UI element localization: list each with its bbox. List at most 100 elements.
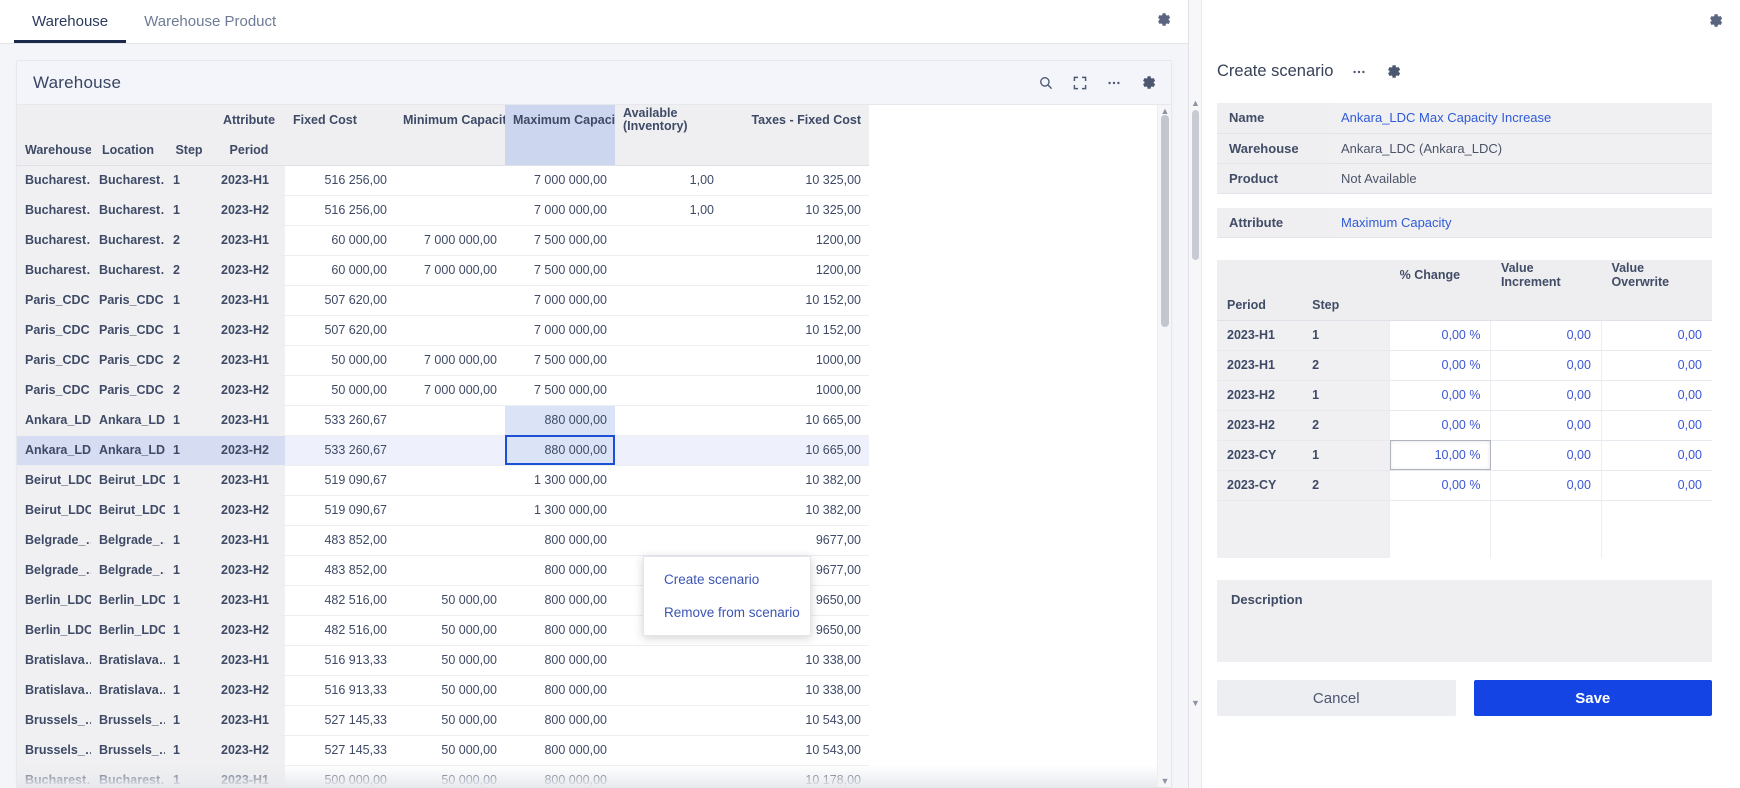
cell-maximum-capacity[interactable]: 7 500 000,00 — [505, 375, 615, 406]
cell-warehouse[interactable]: Bratislava… — [17, 645, 91, 676]
cell-warehouse[interactable]: Brussels_… — [17, 705, 91, 736]
cell-minimum-capacity[interactable] — [395, 525, 505, 556]
panel-scroll-up-arrow-icon[interactable]: ▲ — [1189, 96, 1202, 110]
cell-step[interactable]: 2 — [165, 345, 213, 376]
scenario-cell-step[interactable]: 2 — [1302, 350, 1390, 381]
field-value-warehouse[interactable]: Ankara_LDC (Ankara_LDC) — [1329, 133, 1712, 164]
cell-step[interactable]: 2 — [165, 375, 213, 406]
more-icon[interactable] — [1106, 75, 1122, 91]
cell-available-inventory[interactable] — [615, 675, 722, 706]
panel-more-icon[interactable] — [1351, 64, 1367, 80]
scenario-cell-pct-change[interactable]: 0,00 % — [1389, 350, 1491, 381]
cell-fixed-cost[interactable]: 60 000,00 — [285, 255, 395, 286]
cell-maximum-capacity[interactable]: 800 000,00 — [505, 645, 615, 676]
cell-location[interactable]: Bucharest… — [91, 765, 165, 787]
gear-icon[interactable] — [1140, 74, 1157, 91]
cell-period[interactable]: 2023-H1 — [213, 285, 285, 316]
table-row[interactable]: Belgrade_… Belgrade_… 1 2023-H1 483 852,00 80… — [17, 525, 869, 556]
cell-maximum-capacity[interactable]: 800 000,00 — [505, 615, 615, 646]
table-row[interactable]: Beirut_LDC Beirut_LDC 1 2023-H2 519 090,67 1 … — [17, 495, 869, 526]
cell-taxes-fixed-cost[interactable]: 10 543,00 — [722, 705, 869, 736]
cell-period[interactable]: 2023-H1 — [213, 465, 285, 496]
cell-period[interactable]: 2023-H1 — [213, 225, 285, 256]
cell-maximum-capacity[interactable]: 800 000,00 — [505, 555, 615, 586]
cell-warehouse[interactable]: Paris_CDC — [17, 345, 91, 376]
cell-maximum-capacity[interactable]: 800 000,00 — [505, 525, 615, 556]
scenario-cell-value-overwrite[interactable]: 0,00 — [1600, 410, 1712, 441]
warehouse-grid-wrapper[interactable]: Attribute Fixed Cost Minimum Capacity Ma… — [17, 105, 1171, 787]
cell-period[interactable]: 2023-H2 — [213, 195, 285, 226]
scenario-cell-pct-change[interactable]: 0,00 % — [1389, 410, 1491, 441]
cell-taxes-fixed-cost[interactable]: 10 665,00 — [722, 405, 869, 436]
cell-minimum-capacity[interactable]: 50 000,00 — [395, 615, 505, 646]
cell-warehouse[interactable]: Paris_CDC — [17, 315, 91, 346]
table-row[interactable]: Bratislava… Bratislava… 1 2023-H2 516 913,33… — [17, 675, 869, 706]
cell-step[interactable]: 1 — [165, 195, 213, 226]
cell-period[interactable]: 2023-H1 — [213, 345, 285, 376]
cell-step[interactable]: 1 — [165, 315, 213, 346]
field-value-product[interactable]: Not Available — [1329, 163, 1712, 194]
cell-maximum-capacity[interactable]: 1 300 000,00 — [505, 495, 615, 526]
cell-step[interactable]: 1 — [165, 495, 213, 526]
group-header-available-inventory[interactable]: Available (Inventory) — [615, 105, 722, 135]
cell-maximum-capacity[interactable]: 800 000,00 — [505, 735, 615, 766]
cell-minimum-capacity[interactable]: 7 000 000,00 — [395, 375, 505, 406]
cell-period[interactable]: 2023-H2 — [213, 315, 285, 346]
cell-fixed-cost[interactable]: 507 620,00 — [285, 285, 395, 316]
cell-warehouse[interactable]: Beirut_LDC — [17, 495, 91, 526]
cell-minimum-capacity[interactable] — [395, 285, 505, 316]
scenario-cell-value-overwrite[interactable]: 0,00 — [1600, 440, 1712, 471]
cell-available-inventory[interactable]: 1,00 — [615, 165, 722, 196]
cell-maximum-capacity[interactable]: 7 500 000,00 — [505, 255, 615, 286]
cell-maximum-capacity[interactable]: 800 000,00 — [505, 585, 615, 616]
table-row[interactable]: Brussels_… Brussels_… 1 2023-H1 527 145,33 50… — [17, 705, 869, 736]
cell-step[interactable]: 1 — [165, 705, 213, 736]
cell-location[interactable]: Paris_CDC — [91, 345, 165, 376]
scenario-cell-step[interactable]: 1 — [1302, 380, 1390, 411]
cell-fixed-cost[interactable]: 516 256,00 — [285, 165, 395, 196]
cell-period[interactable]: 2023-H2 — [213, 735, 285, 766]
scenario-group-header-value-increment[interactable]: Value Increment — [1490, 260, 1602, 290]
panel-scrollbar-thumb[interactable] — [1192, 110, 1199, 260]
cell-maximum-capacity[interactable]: 7 500 000,00 — [505, 345, 615, 376]
scenario-cell-period[interactable]: 2023-CY — [1217, 470, 1303, 501]
cell-maximum-capacity[interactable]: 880 000,00 — [505, 435, 615, 466]
cell-minimum-capacity[interactable]: 50 000,00 — [395, 675, 505, 706]
field-value-attribute[interactable]: Maximum Capacity — [1329, 207, 1712, 238]
cell-fixed-cost[interactable]: 533 260,67 — [285, 405, 395, 436]
cell-period[interactable]: 2023-H1 — [213, 405, 285, 436]
cell-available-inventory[interactable] — [615, 435, 722, 466]
cell-taxes-fixed-cost[interactable]: 10 152,00 — [722, 315, 869, 346]
cell-taxes-fixed-cost[interactable]: 10 665,00 — [722, 435, 869, 466]
scenario-cell-pct-change[interactable]: 0,00 % — [1389, 320, 1491, 351]
cell-fixed-cost[interactable]: 50 000,00 — [285, 375, 395, 406]
scenario-cell-step[interactable]: 1 — [1302, 440, 1390, 471]
cell-location[interactable]: Bucharest… — [91, 195, 165, 226]
scenario-cell-period[interactable]: 2023-H1 — [1217, 320, 1303, 351]
sub-header-step[interactable]: Step — [165, 135, 213, 166]
scenario-cell-value-increment[interactable]: 0,00 — [1490, 470, 1602, 501]
scenario-sub-header-step[interactable]: Step — [1302, 290, 1390, 321]
cell-warehouse[interactable]: Paris_CDC — [17, 285, 91, 316]
cell-step[interactable]: 2 — [165, 225, 213, 256]
cell-location[interactable]: Paris_CDC — [91, 285, 165, 316]
cell-taxes-fixed-cost[interactable]: 1200,00 — [722, 225, 869, 256]
cell-taxes-fixed-cost[interactable]: 10 325,00 — [722, 165, 869, 196]
cell-available-inventory[interactable] — [615, 375, 722, 406]
cell-warehouse[interactable]: Bucharest… — [17, 225, 91, 256]
cell-warehouse[interactable]: Beirut_LDC — [17, 465, 91, 496]
cell-taxes-fixed-cost[interactable]: 10 338,00 — [722, 645, 869, 676]
cell-step[interactable]: 1 — [165, 765, 213, 787]
cell-available-inventory[interactable] — [615, 705, 722, 736]
scenario-table-row[interactable]: 2023-H2 1 0,00 % 0,00 0,00 — [1217, 380, 1712, 411]
cell-taxes-fixed-cost[interactable]: 10 325,00 — [722, 195, 869, 226]
cell-fixed-cost[interactable]: 527 145,33 — [285, 735, 395, 766]
cell-fixed-cost[interactable]: 500 000,00 — [285, 765, 395, 787]
cell-location[interactable]: Paris_CDC — [91, 375, 165, 406]
panel-scroll-down-arrow-icon[interactable]: ▼ — [1189, 696, 1202, 710]
search-icon[interactable] — [1038, 75, 1054, 91]
scenario-cell-period[interactable]: 2023-H2 — [1217, 410, 1303, 441]
cell-maximum-capacity[interactable]: 1 300 000,00 — [505, 465, 615, 496]
table-row[interactable]: Bucharest…Bucharest…12023-H2516 256,007 … — [17, 195, 869, 226]
cell-step[interactable]: 1 — [165, 615, 213, 646]
